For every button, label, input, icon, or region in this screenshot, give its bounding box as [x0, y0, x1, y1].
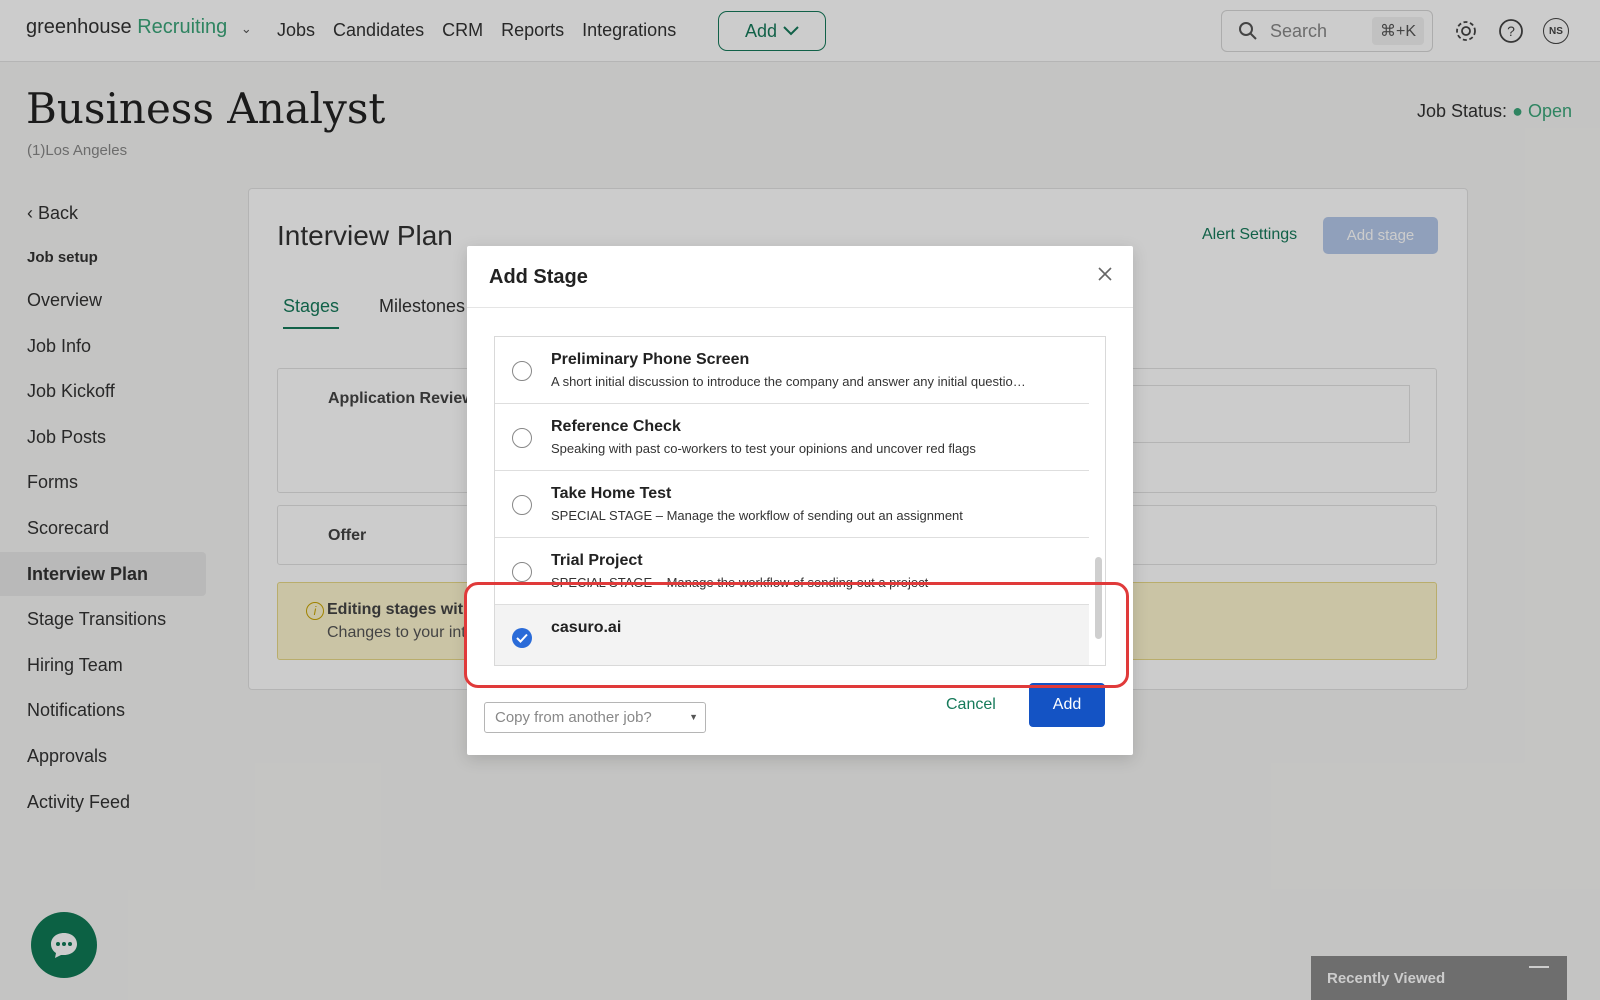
cancel-button[interactable]: Cancel [946, 696, 996, 714]
option-name: Trial Project [551, 552, 643, 569]
radio-button[interactable] [512, 361, 532, 381]
radio-button[interactable] [512, 495, 532, 515]
stage-option-take-home-test[interactable]: Take Home Test SPECIAL STAGE – Manage th… [495, 471, 1089, 538]
radio-button[interactable] [512, 428, 532, 448]
option-description: Speaking with past co-workers to test yo… [551, 441, 976, 456]
stage-option-preliminary-phone-screen[interactable]: Preliminary Phone Screen A short initial… [495, 337, 1089, 404]
copy-select-placeholder: Copy from another job? [495, 709, 652, 726]
stage-option-reference-check[interactable]: Reference Check Speaking with past co-wo… [495, 404, 1089, 471]
add-button[interactable]: Add [1029, 683, 1105, 727]
option-name: Preliminary Phone Screen [551, 351, 750, 368]
option-name: Take Home Test [551, 485, 672, 502]
option-name: Reference Check [551, 418, 681, 435]
close-icon[interactable] [1097, 266, 1113, 282]
radio-button[interactable] [512, 562, 532, 582]
divider [467, 307, 1133, 308]
option-description: SPECIAL STAGE – Manage the workflow of s… [551, 508, 963, 523]
option-description: A short initial discussion to introduce … [551, 374, 1026, 389]
dropdown-arrow-icon: ▼ [689, 712, 698, 722]
dialog-title: Add Stage [489, 266, 588, 288]
highlight-annotation [464, 582, 1129, 688]
copy-from-job-select[interactable]: Copy from another job? ▼ [484, 702, 706, 733]
